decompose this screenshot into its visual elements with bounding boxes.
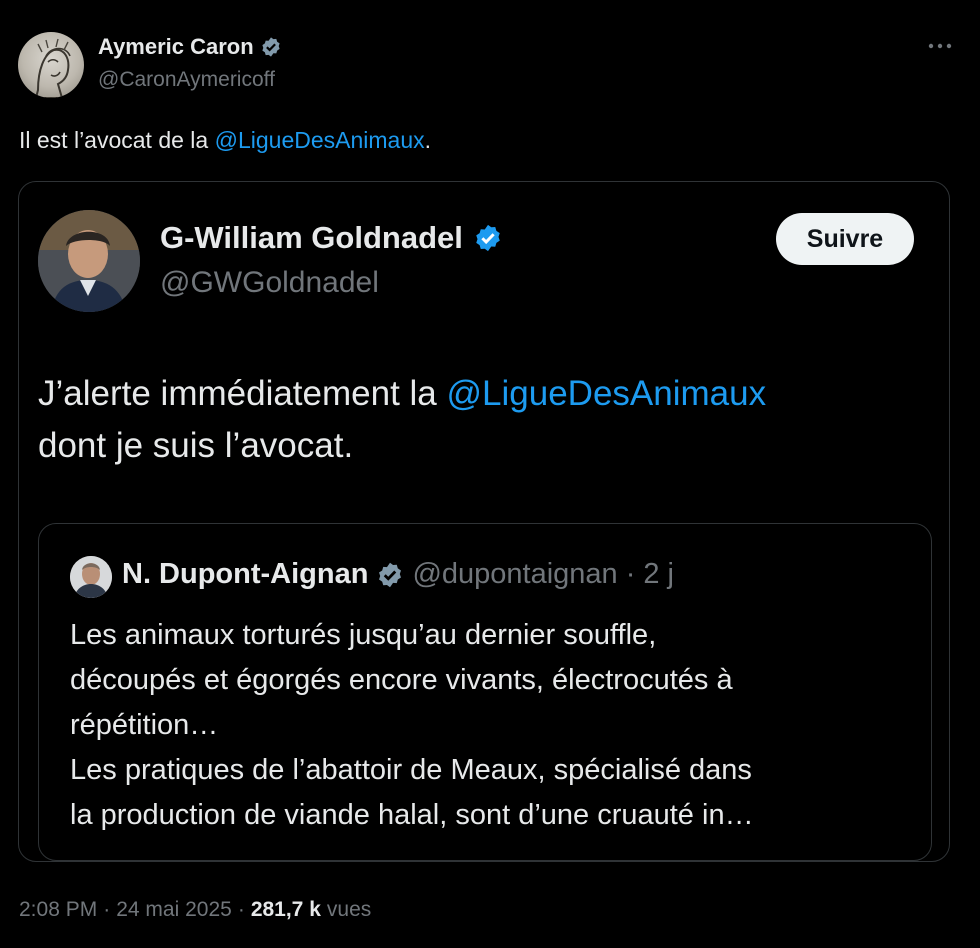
quoted-author-avatar[interactable] xyxy=(38,210,140,312)
views-label: vues xyxy=(326,898,372,921)
quoted-tweet-text: J’alerte immédiatement la @LigueDesAnima… xyxy=(38,368,918,472)
nested-text-line: Les pratiques de l’abattoir de Meaux, sp… xyxy=(70,754,752,786)
tweet-footer: 2:08 PM · 24 mai 2025 · 281,7 k vues xyxy=(19,898,371,922)
tweet-text-after: . xyxy=(424,127,432,153)
footer-separator: · xyxy=(103,898,111,921)
quoted-text-before: J’alerte immédiatement la xyxy=(38,374,447,413)
quoted-author-name[interactable]: G-William Goldnadel xyxy=(160,220,463,256)
tweet-time[interactable]: 2:08 PM xyxy=(19,898,97,922)
nested-header: N. Dupont-Aignan @dupontaignan · 2 j xyxy=(122,558,674,591)
quoted-text-line1: J’alerte immédiatement la @LigueDesAnima… xyxy=(38,368,918,420)
views-count: 281,7 k xyxy=(250,898,321,921)
author-name[interactable]: Aymeric Caron xyxy=(98,34,254,60)
tweet-date[interactable]: 24 mai 2025 xyxy=(116,898,232,922)
nested-text-line: répétition… xyxy=(70,709,219,741)
tweet-mention-link[interactable]: @LigueDesAnimaux xyxy=(215,127,425,153)
nested-text-line: découpés et égorgés encore vivants, élec… xyxy=(70,664,733,696)
nested-author-name[interactable]: N. Dupont-Aignan xyxy=(122,558,368,591)
verified-badge-icon xyxy=(473,223,503,253)
nested-separator: · xyxy=(625,558,636,590)
tweet-text-before: Il est l’avocat de la xyxy=(19,127,215,153)
nested-text-line: Les animaux torturés jusqu’au dernier so… xyxy=(70,619,657,651)
follow-button[interactable]: Suivre xyxy=(776,213,914,265)
footer-separator: · xyxy=(237,898,245,921)
verified-badge-icon xyxy=(376,561,404,589)
quoted-author-handle[interactable]: @GWGoldnadel xyxy=(160,266,379,300)
quoted-mention-link[interactable]: @LigueDesAnimaux xyxy=(447,374,767,413)
author-avatar[interactable] xyxy=(18,32,84,98)
quoted-author-name-row[interactable]: G-William Goldnadel xyxy=(160,220,503,256)
nested-text-line: la production de viande halal, sont d’un… xyxy=(70,799,754,831)
tweet-text: Il est l’avocat de la @LigueDesAnimaux. xyxy=(19,127,431,154)
verified-badge-icon xyxy=(260,36,282,58)
author-handle[interactable]: @CaronAymericoff xyxy=(98,68,275,92)
nested-author-handle[interactable]: @dupontaignan xyxy=(412,558,617,591)
author-name-row[interactable]: Aymeric Caron xyxy=(98,34,282,60)
nested-author-avatar[interactable] xyxy=(70,556,112,598)
quoted-text-line2: dont je suis l’avocat. xyxy=(38,426,354,465)
nested-timestamp[interactable]: 2 j xyxy=(643,558,674,591)
nested-tweet-text: Les animaux torturés jusqu’au dernier so… xyxy=(70,613,910,838)
more-options-icon[interactable] xyxy=(924,36,956,56)
